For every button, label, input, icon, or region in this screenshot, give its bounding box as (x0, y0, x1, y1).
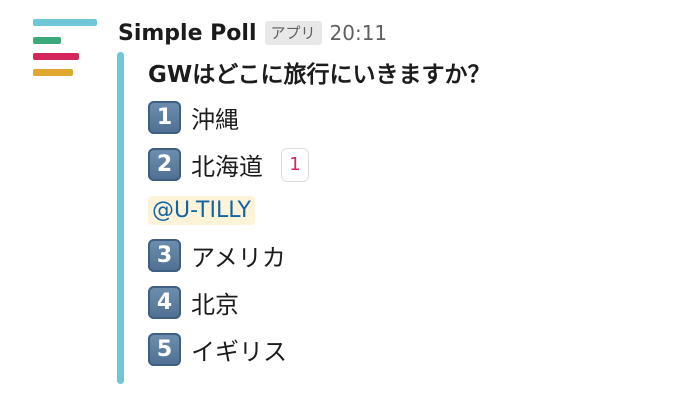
poll-option-2: 2 北海道 1 (148, 141, 668, 188)
poll-question: GWはどこに旅行にいきますか？ (148, 62, 491, 88)
poll-option-label: 北海道 (191, 153, 263, 181)
logo-bar-red (33, 53, 79, 60)
poll-option-4: 4 北京 (148, 279, 668, 326)
poll-message: Simple Poll アプリ 20:11 GWはどこに旅行にいきますか？ 1 … (0, 0, 678, 400)
message-header: Simple Poll アプリ 20:11 (118, 16, 387, 50)
user-mention[interactable]: @U-TILLY (148, 195, 255, 225)
app-badge: アプリ (264, 21, 322, 45)
poll-option-1: 1 沖縄 (148, 94, 668, 141)
keycap-5-icon: 5 (148, 333, 181, 366)
keycap-1-icon: 1 (148, 101, 181, 134)
poll-option-label: 沖縄 (191, 106, 239, 134)
poll-option-5: 5 イギリス (148, 326, 668, 373)
logo-bar-yellow (33, 69, 73, 76)
keycap-2-icon: 2 (148, 148, 181, 181)
logo-bar-green (33, 37, 61, 44)
poll-option-label: 北京 (191, 291, 239, 319)
vote-count-badge: 1 (281, 147, 309, 182)
logo-bar-teal (33, 19, 97, 26)
keycap-4-icon: 4 (148, 286, 181, 319)
message-timestamp[interactable]: 20:11 (330, 21, 388, 45)
attachment-bar (117, 52, 124, 384)
poll-option-2-voters: @U-TILLY (148, 188, 668, 232)
app-name[interactable]: Simple Poll (118, 21, 257, 46)
poll-option-label: イギリス (191, 338, 287, 366)
poll-option-3: 3 アメリカ (148, 232, 668, 279)
poll-body: GWはどこに旅行にいきますか？ 1 沖縄 2 北海道 1 @U-TILLY 3 … (148, 58, 668, 373)
poll-option-label: アメリカ (191, 244, 286, 272)
simple-poll-logo-icon[interactable] (30, 16, 100, 80)
keycap-3-icon: 3 (148, 239, 181, 272)
